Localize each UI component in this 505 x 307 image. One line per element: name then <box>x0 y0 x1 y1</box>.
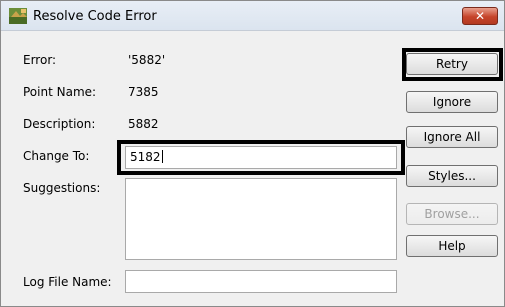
change-to-value: 5182 <box>130 150 161 164</box>
close-icon: ✕ <box>474 9 486 23</box>
suggestions-label: Suggestions: <box>23 181 101 195</box>
help-button[interactable]: Help <box>406 235 498 257</box>
log-file-name-field[interactable] <box>125 270 397 293</box>
retry-button[interactable]: Retry <box>406 53 498 75</box>
description-label: Description: <box>23 117 96 131</box>
point-name-value: 7385 <box>128 85 159 99</box>
styles-button[interactable]: Styles... <box>406 165 498 187</box>
text-cursor <box>161 150 163 163</box>
close-button[interactable]: ✕ <box>462 7 498 25</box>
point-name-label: Point Name: <box>23 85 97 99</box>
change-to-label: Change To: <box>23 149 90 163</box>
app-icon <box>9 8 27 24</box>
title-bar[interactable]: Resolve Code Error ✕ <box>1 1 504 31</box>
error-value: '5882' <box>128 53 166 67</box>
log-file-name-label: Log File Name: <box>23 275 112 289</box>
browse-button: Browse... <box>406 203 498 225</box>
suggestions-list[interactable] <box>125 178 397 260</box>
change-to-field[interactable]: 5182 <box>125 146 397 169</box>
dialog-title: Resolve Code Error <box>33 9 157 24</box>
ignore-button[interactable]: Ignore <box>406 91 498 113</box>
description-value: 5882 <box>128 117 159 131</box>
ignore-all-button[interactable]: Ignore All <box>406 126 498 148</box>
resolve-code-error-dialog: Resolve Code Error ✕ Error: '5882' Point… <box>0 0 505 307</box>
error-label: Error: <box>23 53 57 67</box>
